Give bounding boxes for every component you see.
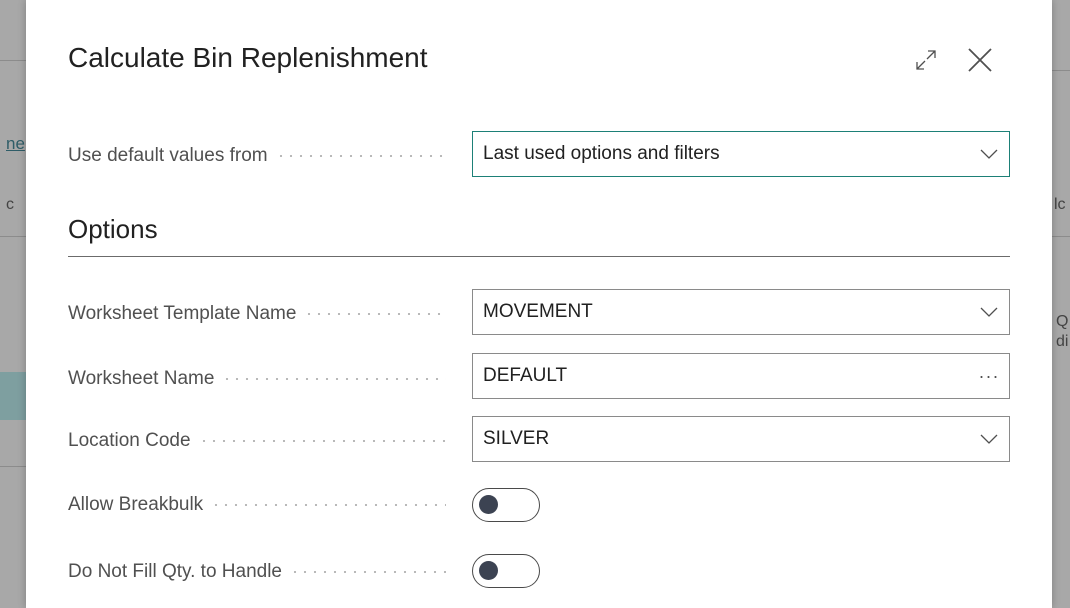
toggle-knob (479, 561, 498, 580)
section-divider (68, 256, 1010, 257)
location-code-label: Location Code (68, 429, 454, 453)
ellipsis-icon[interactable]: ··· (969, 354, 1009, 398)
dotted-leader (304, 313, 446, 315)
background-divider (0, 466, 26, 467)
dotted-leader (198, 440, 446, 442)
location-code-label-text: Location Code (68, 430, 191, 451)
do-not-fill-qty-toggle[interactable] (472, 554, 540, 588)
worksheet-name-value: DEFAULT (483, 365, 568, 386)
worksheet-template-name-dropdown[interactable]: MOVEMENT (472, 289, 1010, 335)
dotted-leader (222, 378, 446, 380)
chevron-down-icon[interactable] (969, 290, 1009, 334)
allow-breakbulk-label: Allow Breakbulk (68, 493, 454, 517)
options-section-title: Options (68, 214, 158, 244)
background-link-fragment: ne (6, 134, 25, 153)
default-values-value: Last used options and filters (483, 143, 720, 164)
calculate-bin-replenishment-dialog: Calculate Bin Replenishment Use default … (26, 0, 1052, 608)
close-icon[interactable] (964, 44, 996, 76)
dotted-leader (211, 504, 446, 506)
background-selected-row (0, 372, 26, 420)
background-text-fragment: c (6, 196, 14, 213)
dotted-leader (275, 155, 446, 157)
background-text-fragment: Q di (1056, 313, 1069, 350)
background-divider (0, 60, 26, 61)
expand-icon[interactable] (910, 44, 942, 76)
allow-breakbulk-label-text: Allow Breakbulk (68, 494, 204, 515)
worksheet-name-label-text: Worksheet Name (68, 368, 215, 389)
worksheet-template-name-label: Worksheet Template Name (68, 302, 454, 326)
location-code-dropdown[interactable]: SILVER (472, 416, 1010, 462)
background-divider (1052, 236, 1070, 237)
dotted-leader (290, 571, 446, 573)
chevron-down-icon[interactable] (969, 417, 1009, 461)
background-divider (0, 236, 26, 237)
use-default-values-label: Use default values from (68, 144, 454, 168)
default-values-dropdown[interactable]: Last used options and filters (472, 131, 1010, 177)
chevron-down-icon[interactable] (969, 132, 1009, 176)
allow-breakbulk-toggle[interactable] (472, 488, 540, 522)
do-not-fill-qty-label: Do Not Fill Qty. to Handle (68, 560, 454, 584)
use-default-values-label-text: Use default values from (68, 145, 268, 166)
dialog-title: Calculate Bin Replenishment (68, 42, 428, 73)
background-right-strip: lc Q di (1052, 0, 1070, 608)
do-not-fill-qty-label-text: Do Not Fill Qty. to Handle (68, 561, 283, 582)
toggle-knob (479, 495, 498, 514)
worksheet-name-label: Worksheet Name (68, 367, 454, 391)
background-divider (1052, 70, 1070, 71)
worksheet-template-name-value: MOVEMENT (483, 301, 593, 322)
worksheet-template-name-label-text: Worksheet Template Name (68, 303, 297, 324)
worksheet-name-lookup[interactable]: DEFAULT ··· (472, 353, 1010, 399)
location-code-value: SILVER (483, 428, 550, 449)
background-text-fragment: lc (1054, 196, 1066, 213)
background-left-strip: ne c (0, 0, 26, 608)
